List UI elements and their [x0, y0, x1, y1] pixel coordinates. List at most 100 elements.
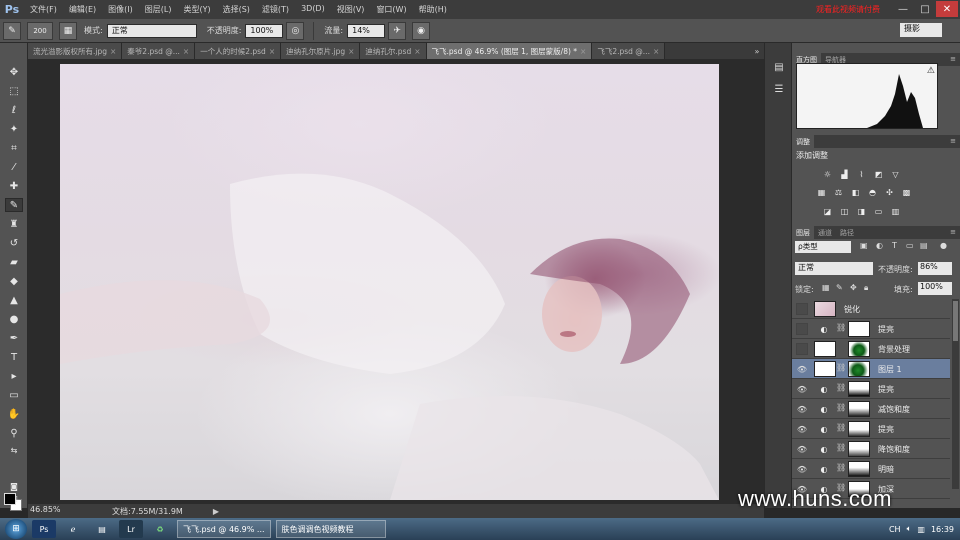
- taskbar-task-video[interactable]: 肤色调调色视频教程: [275, 520, 386, 538]
- link-icon[interactable]: ⛓: [836, 423, 846, 432]
- brush-tool-preset-icon[interactable]: ✎: [3, 21, 21, 40]
- doc-tab[interactable]: 飞飞2.psd @... ×: [592, 43, 666, 59]
- zoom-level-field[interactable]: 46.85%: [30, 505, 64, 517]
- menu-image[interactable]: 图像(I): [102, 4, 139, 15]
- filter-smart-icon[interactable]: ▤: [920, 241, 930, 253]
- taskbar-task-photoshop[interactable]: 飞飞.psd @ 46.9% ...: [177, 520, 271, 538]
- visibility-eye-icon[interactable]: 👁︎: [796, 463, 808, 475]
- layer-row-selected[interactable]: 👁︎ ⛓ 图层 1: [792, 359, 950, 379]
- pressure-opacity-icon[interactable]: ◎: [286, 21, 305, 40]
- layer-row[interactable]: ◐ ⛓ 提亮: [792, 319, 950, 339]
- blur-tool-icon[interactable]: ▲: [5, 293, 23, 307]
- fill-field[interactable]: 100%: [918, 282, 952, 295]
- filter-type-icon[interactable]: T: [892, 241, 902, 253]
- tab-adjustments[interactable]: 调整: [792, 135, 814, 148]
- vibrance-icon[interactable]: ▽: [890, 169, 901, 179]
- visibility-toggle-hidden[interactable]: [796, 343, 808, 355]
- filter-toggle-icon[interactable]: ●: [940, 241, 950, 253]
- link-icon[interactable]: ⛓: [836, 323, 846, 332]
- doc-tab[interactable]: 秦爷2.psd @... ×: [122, 43, 196, 59]
- type-tool-icon[interactable]: T: [5, 350, 23, 364]
- channel-mixer-icon[interactable]: ✣: [884, 187, 895, 197]
- folder-icon[interactable]: ▤: [90, 520, 114, 538]
- path-selection-tool-icon[interactable]: ▸: [5, 369, 23, 383]
- menu-type[interactable]: 类型(Y): [177, 4, 216, 15]
- lightroom-icon[interactable]: Lr: [119, 520, 143, 538]
- layer-opacity-field[interactable]: 86%: [918, 262, 952, 275]
- posterize-icon[interactable]: ◫: [839, 206, 850, 216]
- photoshop-taskbar-icon[interactable]: Ps: [32, 520, 56, 538]
- close-tab-icon[interactable]: ×: [348, 47, 354, 56]
- history-panel-icon[interactable]: ▤: [771, 59, 787, 75]
- doc-tab[interactable]: 迪纳孔尔.psd ×: [360, 43, 427, 59]
- document-canvas[interactable]: [60, 64, 719, 500]
- layer-row[interactable]: 👁︎ ◐ ⛓ 减饱和度: [792, 399, 950, 419]
- black-white-icon[interactable]: ◧: [850, 187, 861, 197]
- close-button[interactable]: ✕: [936, 1, 958, 17]
- menu-select[interactable]: 选择(S): [217, 4, 256, 15]
- link-icon[interactable]: ⛓: [836, 463, 846, 472]
- doc-tab-active[interactable]: 飞飞.psd @ 46.9% (图层 1, 图层蒙版/8) * ×: [426, 43, 593, 59]
- visibility-eye-icon[interactable]: 👁︎: [796, 383, 808, 395]
- selective-color-icon[interactable]: ▥: [890, 206, 901, 216]
- link-icon[interactable]: ⛓: [836, 443, 846, 452]
- brush-panel-toggle-icon[interactable]: ▦: [59, 21, 77, 40]
- blend-mode-select[interactable]: 正常: [795, 262, 873, 275]
- tab-layers[interactable]: 图层: [792, 226, 814, 239]
- lock-all-icon[interactable]: 🔒︎: [864, 283, 874, 294]
- clone-stamp-tool-icon[interactable]: ♜: [5, 217, 23, 231]
- visibility-eye-icon[interactable]: 👁︎: [796, 363, 808, 375]
- layer-row[interactable]: 👁︎ ◐ ⛓ 降饱和度: [792, 439, 950, 459]
- layers-scrollbar[interactable]: [952, 299, 959, 489]
- start-button-icon[interactable]: ⊞: [5, 519, 27, 539]
- input-language[interactable]: CH: [889, 525, 901, 534]
- pen-tool-icon[interactable]: ✒: [5, 331, 23, 345]
- link-icon[interactable]: ⛓: [836, 403, 846, 412]
- layer-filter-select[interactable]: ρ类型: [795, 241, 851, 253]
- menu-view[interactable]: 视图(V): [331, 4, 371, 15]
- hue-saturation-icon[interactable]: ▦: [816, 187, 827, 197]
- close-tab-icon[interactable]: ×: [110, 47, 116, 56]
- foreground-color-swatch[interactable]: [4, 493, 16, 505]
- eyedropper-tool-icon[interactable]: ⁄: [5, 160, 23, 174]
- more-tabs-icon[interactable]: »: [750, 43, 764, 59]
- airbrush-icon[interactable]: ✈: [388, 21, 407, 40]
- layer-row[interactable]: 锐化: [792, 299, 950, 319]
- invert-icon[interactable]: ◪: [822, 206, 833, 216]
- clock[interactable]: 16:39: [931, 525, 954, 534]
- hand-tool-icon[interactable]: ✋: [5, 407, 23, 421]
- tab-paths[interactable]: 路径: [836, 226, 858, 239]
- layer-row[interactable]: 背景处理: [792, 339, 950, 359]
- brightness-icon[interactable]: ☼: [822, 169, 833, 179]
- zoom-tool-icon[interactable]: ⚲: [5, 426, 23, 440]
- properties-panel-icon[interactable]: ☰: [771, 81, 787, 97]
- visibility-eye-icon[interactable]: 👁︎: [796, 423, 808, 435]
- flow-field[interactable]: 14%: [347, 23, 386, 38]
- filter-shape-icon[interactable]: ▭: [906, 241, 916, 253]
- minimize-button[interactable]: —: [892, 1, 914, 17]
- dodge-tool-icon[interactable]: ●: [5, 312, 23, 326]
- maximize-button[interactable]: □: [914, 1, 936, 17]
- layer-row[interactable]: 👁︎ ◐ ⛓ 提亮: [792, 419, 950, 439]
- visibility-toggle-hidden[interactable]: [796, 323, 808, 335]
- menu-filter[interactable]: 滤镜(T): [256, 4, 295, 15]
- network-icon[interactable]: ▥: [917, 525, 925, 534]
- volume-icon[interactable]: 🔈︎: [907, 524, 912, 534]
- threshold-icon[interactable]: ◨: [856, 206, 867, 216]
- visibility-toggle-hidden[interactable]: [796, 303, 808, 315]
- rectangle-tool-icon[interactable]: ▭: [5, 388, 23, 402]
- curves-icon[interactable]: ⌇: [856, 169, 867, 179]
- menu-window[interactable]: 窗口(W): [370, 4, 412, 15]
- brush-size-picker[interactable]: 200: [27, 21, 53, 40]
- panel-menu-icon[interactable]: ≡: [950, 137, 956, 145]
- panel-menu-icon[interactable]: ≡: [950, 55, 956, 63]
- close-tab-icon[interactable]: ×: [414, 47, 420, 56]
- marquee-tool-icon[interactable]: ⬚: [5, 84, 23, 98]
- close-tab-icon[interactable]: ×: [269, 47, 275, 56]
- swap-colors-icon[interactable]: ⇆: [5, 443, 23, 457]
- lasso-tool-icon[interactable]: ℓ: [5, 103, 23, 117]
- lock-image-icon[interactable]: ✎: [836, 283, 846, 294]
- warning-icon[interactable]: ⚠: [927, 66, 935, 76]
- mode-select[interactable]: 正常: [106, 23, 197, 38]
- lock-transparent-icon[interactable]: ▦: [822, 283, 832, 294]
